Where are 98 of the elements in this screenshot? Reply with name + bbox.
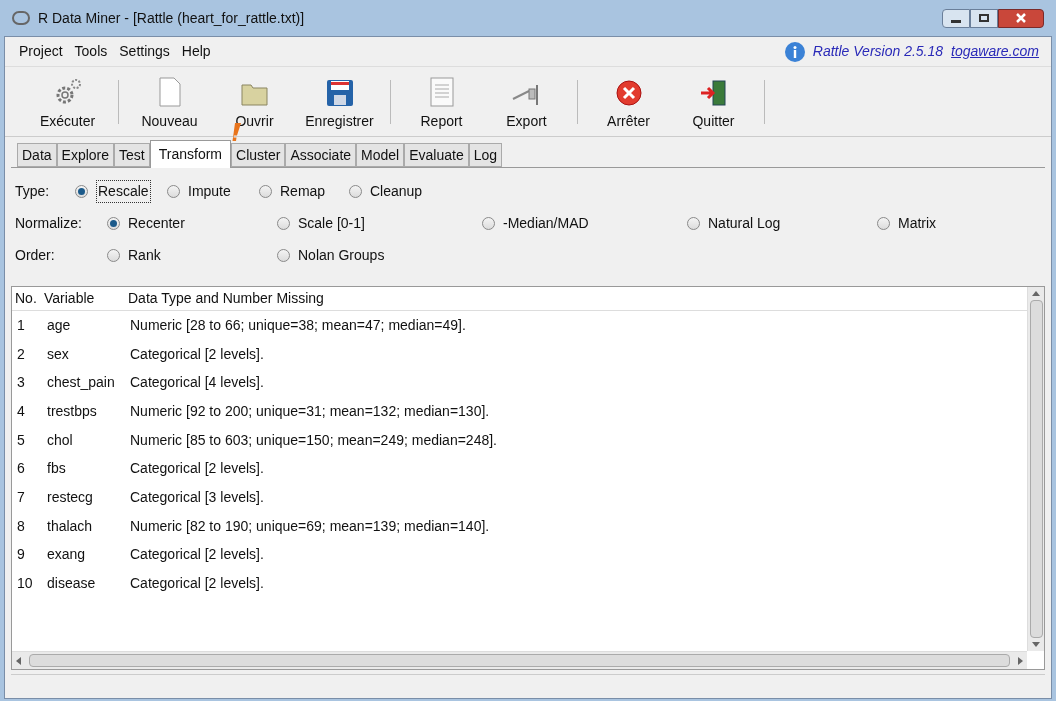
radio-button[interactable] [687, 216, 700, 230]
radio-button[interactable] [482, 216, 495, 230]
window-title: R Data Miner - [Rattle (heart_for_rattle.txt)] [38, 8, 305, 28]
toolbar-button[interactable]: Nouveau [127, 70, 212, 132]
table-cell-text: Categorical [3 levels]. [129, 487, 265, 507]
menu-item[interactable]: Project [13, 41, 69, 62]
column-header[interactable]: Variable [42, 288, 126, 309]
tab[interactable]: Test [114, 143, 150, 167]
radio-button[interactable] [349, 184, 362, 198]
radio-label: Nolan Groups [298, 245, 385, 265]
tab[interactable]: Associate [285, 143, 357, 167]
menu-item[interactable]: Help [175, 41, 217, 62]
radio-button[interactable] [75, 184, 88, 198]
table-cell-text: exang [46, 545, 87, 565]
toolbar-button[interactable]: Arrêter [586, 70, 671, 132]
close-icon [1016, 13, 1026, 23]
tab[interactable]: Transform [149, 140, 231, 168]
table-cell-text: 8 [16, 516, 26, 536]
table-cell-text: 9 [16, 545, 26, 565]
option-label: Order: [15, 245, 56, 265]
radio-button[interactable] [277, 248, 290, 262]
table-cell-text: 3 [16, 373, 26, 393]
option-label: Type: [15, 181, 51, 201]
radio-label: Recenter [128, 213, 185, 233]
radio-label: Impute [188, 181, 231, 201]
table-cell-text: Numeric [28 to 66; unique=38; mean=47; median=49]. [129, 315, 467, 335]
toolbar-button[interactable]: Exécuter [25, 70, 110, 132]
column-header[interactable]: No. [12, 288, 42, 309]
tab[interactable]: Evaluate [404, 143, 469, 167]
radio-button[interactable] [259, 184, 272, 198]
tab[interactable]: Explore [56, 143, 115, 167]
toolbar-button[interactable]: Report [399, 70, 484, 132]
table-cell-text: trestbps [46, 401, 98, 421]
scroll-left-arrow-icon[interactable] [16, 656, 21, 665]
menu-item[interactable]: Settings [113, 41, 176, 62]
menu-item[interactable]: Tools [68, 41, 114, 62]
option-label: Normalize: [15, 213, 83, 233]
table-cell-text: Categorical [2 levels]. [129, 574, 265, 594]
table-cell-text: 6 [16, 459, 26, 479]
folder-icon [239, 81, 270, 107]
radio-label: Rank [128, 245, 161, 265]
table-cell-text: Categorical [2 levels]. [129, 344, 265, 364]
table-cell-text: fbs [46, 459, 67, 479]
minimize-button[interactable] [942, 8, 970, 28]
table-cell-text: Categorical [2 levels]. [129, 459, 265, 479]
table-cell-text: Categorical [2 levels]. [129, 545, 265, 565]
page-icon [428, 77, 455, 107]
exit-door-icon [698, 79, 729, 107]
scroll-down-arrow-icon[interactable] [1032, 642, 1040, 647]
website-link[interactable]: togaware.com [951, 41, 1039, 62]
toolbar-button[interactable]: Enregistrer [297, 70, 382, 132]
scroll-right-arrow-icon[interactable] [1018, 656, 1023, 665]
vertical-scrollbar[interactable] [1027, 287, 1044, 651]
table-cell-text: 4 [16, 401, 26, 421]
radio-button[interactable] [877, 216, 890, 230]
table-cell-text: Numeric [82 to 190; unique=69; mean=139; median=140]. [129, 516, 491, 536]
radio-button[interactable] [107, 216, 120, 230]
table-cell-text: disease [46, 574, 97, 594]
radio-label: Remap [280, 181, 326, 201]
tab[interactable]: Data [17, 143, 57, 167]
document-icon [156, 77, 183, 107]
scroll-up-arrow-icon[interactable] [1032, 291, 1040, 296]
table-cell-text: 10 [16, 574, 34, 594]
r-logo-icon [12, 11, 30, 25]
stop-icon [614, 79, 643, 107]
maximize-button[interactable] [970, 8, 998, 28]
table-cell-text: sex [46, 344, 70, 364]
radio-label: Natural Log [708, 213, 781, 233]
table-cell-text: restecg [46, 487, 94, 507]
info-icon [784, 41, 805, 62]
tab[interactable]: Log [468, 143, 503, 167]
radio-button[interactable] [107, 248, 120, 262]
tab[interactable]: Cluster [231, 143, 286, 167]
tab[interactable]: Model [356, 143, 405, 167]
table-cell-text: 5 [16, 430, 26, 450]
toolbar-button[interactable]: Export [484, 70, 569, 132]
table-cell-text: 7 [16, 487, 26, 507]
radio-label: -Median/MAD [503, 213, 589, 233]
radio-label: Scale [0-1] [298, 213, 365, 233]
table-cell-text: chest_pain [46, 373, 116, 393]
table-cell-text: chol [46, 430, 74, 450]
radio-label: Rescale [96, 179, 151, 203]
table-cell-text: 2 [16, 344, 26, 364]
column-header[interactable]: Data Type and Number Missing [126, 288, 1027, 309]
table-cell-text: Numeric [92 to 200; unique=31; mean=132; median=130]. [129, 401, 491, 421]
table-cell-text: 1 [16, 315, 26, 335]
table-cell-text: thalach [46, 516, 94, 536]
radio-label: Matrix [898, 213, 937, 233]
table-cell-text: Categorical [4 levels]. [129, 373, 265, 393]
horizontal-scrollbar[interactable] [12, 651, 1027, 669]
close-button[interactable] [998, 8, 1044, 28]
version-label: Rattle Version 2.5.18 [812, 42, 944, 61]
radio-button[interactable] [277, 216, 290, 230]
toolbar-button[interactable]: Quitter [671, 70, 756, 132]
table-cell-text: age [46, 315, 72, 335]
radio-label: Cleanup [370, 181, 423, 201]
radio-button[interactable] [167, 184, 180, 198]
table-cell-text: Numeric [85 to 603; unique=150; mean=249; median=248]. [129, 430, 498, 450]
